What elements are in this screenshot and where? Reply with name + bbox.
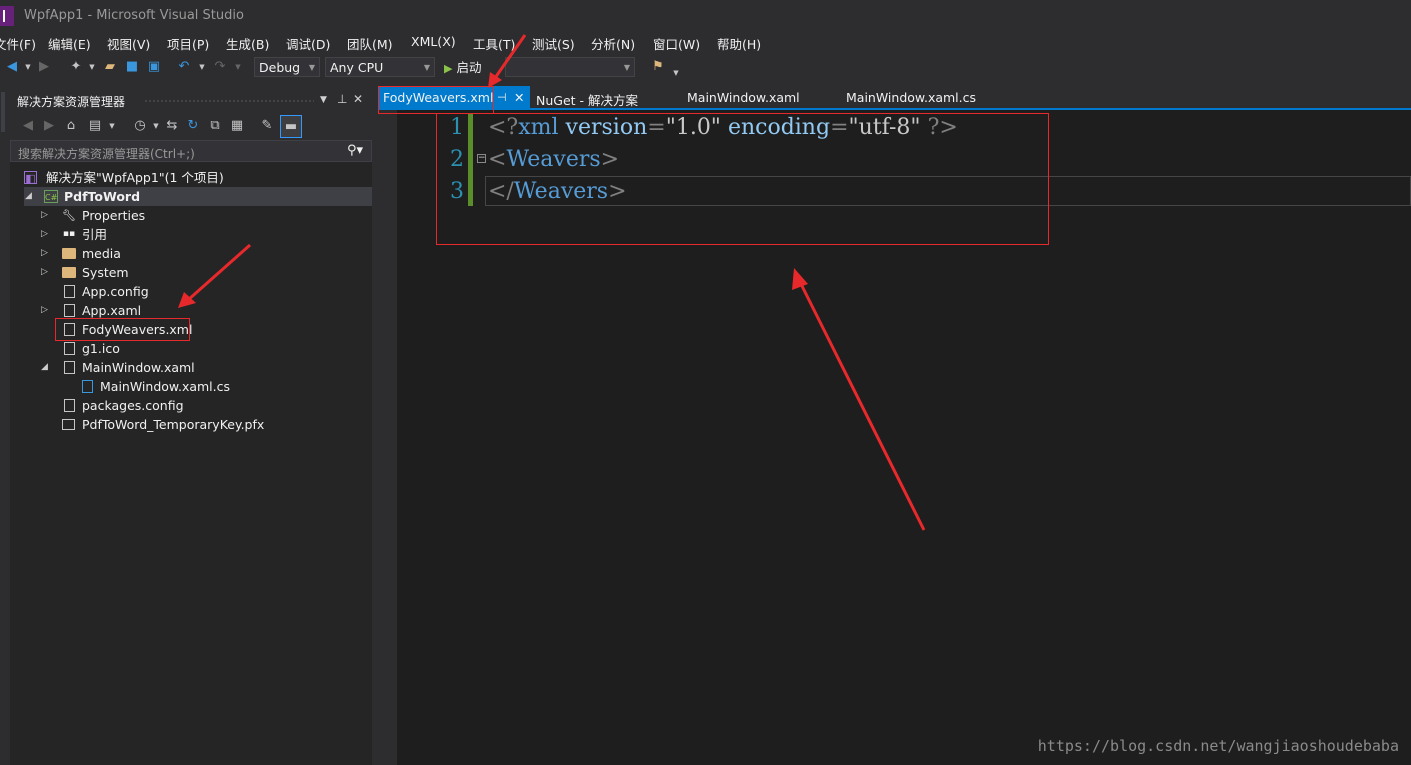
annotation-arrow xyxy=(488,34,527,88)
annotation-arrows xyxy=(178,34,926,531)
annotation-arrow xyxy=(178,243,251,308)
annotation-arrow xyxy=(792,268,926,531)
